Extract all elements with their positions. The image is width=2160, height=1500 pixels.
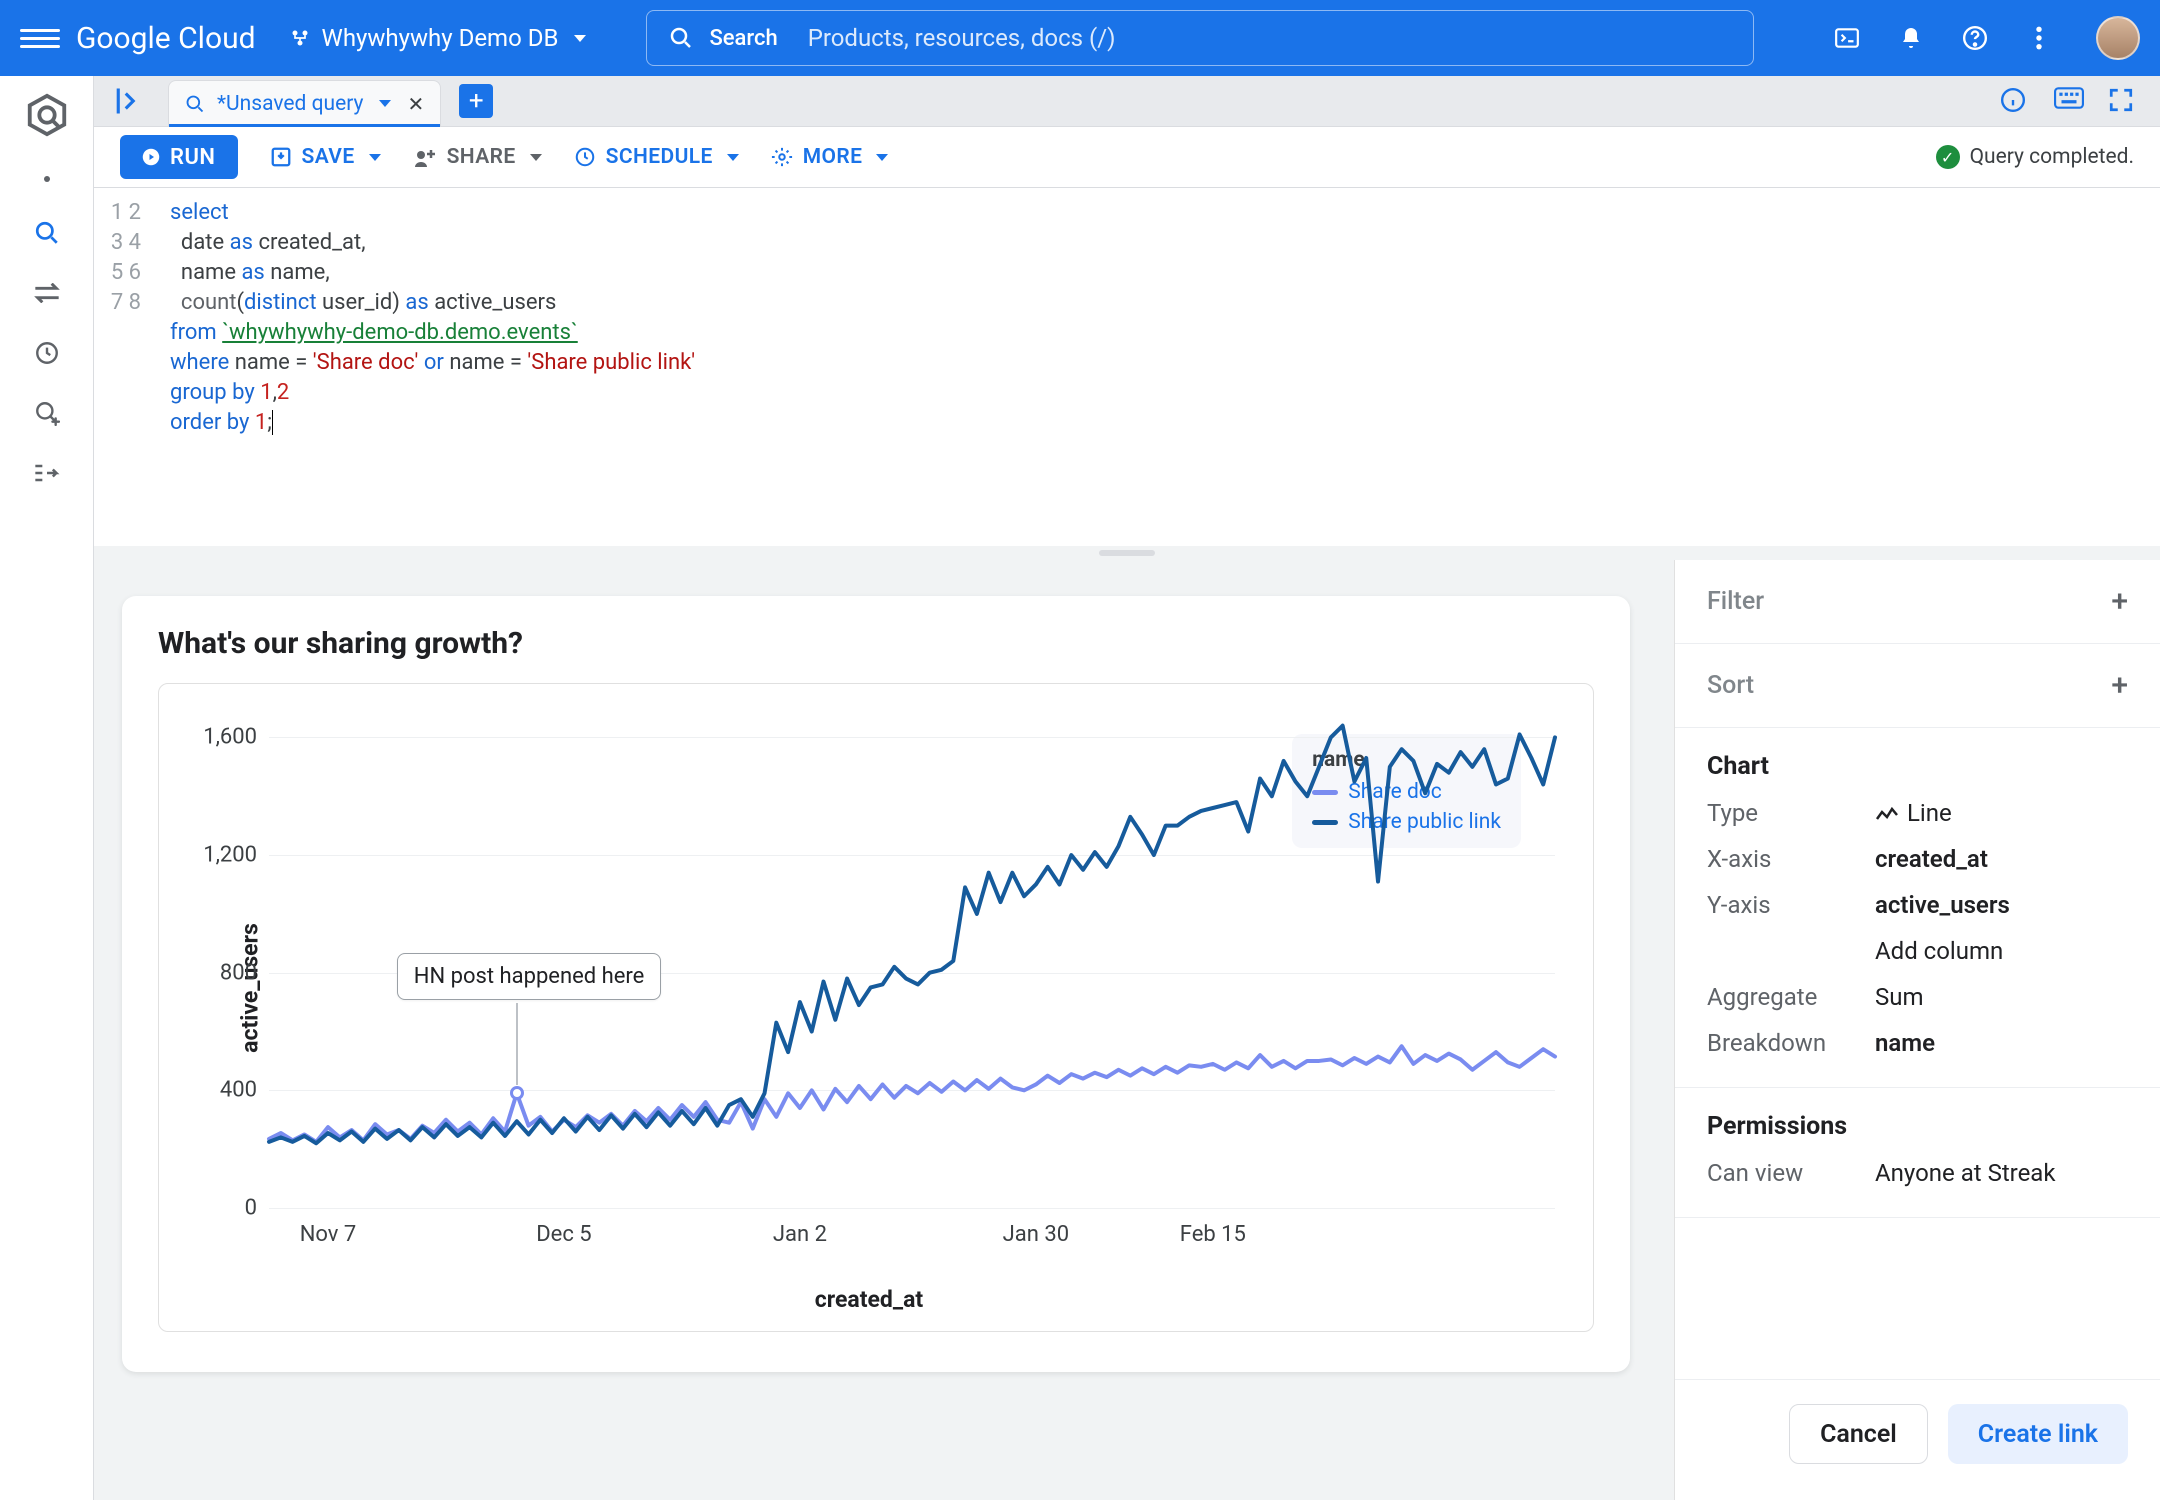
x-axis-label: created_at: [171, 1286, 1567, 1313]
chevron-down-icon[interactable]: [379, 100, 391, 107]
history-icon[interactable]: [32, 338, 62, 368]
run-button[interactable]: RUN: [120, 135, 238, 179]
header: Google Cloud Whywhywhy Demo DB Search: [0, 0, 2160, 76]
line-chart[interactable]: active_users name Share doc Share public…: [269, 708, 1555, 1268]
row-yaxis[interactable]: Y-axisactive_users: [1707, 891, 2128, 919]
permissions-config: Permissions Can viewAnyone at Streak: [1675, 1088, 2160, 1218]
plus-icon[interactable]: +: [2111, 668, 2128, 703]
chart-card: What's our sharing growth? active_users …: [122, 596, 1630, 1372]
share-button[interactable]: SHARE: [413, 145, 542, 169]
project-icon: [290, 28, 310, 48]
chart-panel: What's our sharing growth? active_users …: [94, 560, 1674, 1500]
chart-title: What's our sharing growth?: [158, 626, 1594, 661]
search-label: Search: [709, 26, 777, 51]
chart-config: Chart Type Line X-axiscreated_at Y-axisa…: [1675, 728, 2160, 1088]
row-add-column[interactable]: Add column: [1707, 937, 2128, 965]
keyboard-icon[interactable]: [2054, 87, 2082, 115]
notifications-icon[interactable]: [1896, 23, 1926, 53]
save-button[interactable]: SAVE: [270, 145, 381, 169]
help-icon[interactable]: [1960, 23, 1990, 53]
tab-label: *Unsaved query: [217, 92, 363, 116]
bigquery-logo[interactable]: [22, 90, 72, 140]
row-xaxis[interactable]: X-axiscreated_at: [1707, 845, 2128, 873]
chart-container: active_users name Share doc Share public…: [158, 683, 1594, 1332]
search-input[interactable]: [808, 24, 1732, 52]
query-icon: [185, 94, 205, 114]
search-icon: [669, 26, 693, 50]
left-rail: [0, 76, 94, 1500]
row-aggregate[interactable]: AggregateSum: [1707, 983, 2128, 1011]
migration-icon[interactable]: [32, 458, 62, 488]
search-nav-icon[interactable]: [32, 218, 62, 248]
sql-code[interactable]: select date as created_at, name as name,…: [154, 188, 711, 546]
section-header: Chart: [1707, 752, 2128, 781]
section-header: Permissions: [1707, 1112, 2128, 1141]
tab-unsaved-query[interactable]: *Unsaved query ✕: [168, 80, 441, 126]
resize-handle[interactable]: [94, 546, 2160, 560]
transfers-icon[interactable]: [32, 278, 62, 308]
cloud-shell-icon[interactable]: [1832, 23, 1862, 53]
save-icon: [270, 146, 292, 168]
sort-section[interactable]: Sort+: [1675, 644, 2160, 728]
panel-actions: Cancel Create link: [1675, 1379, 2160, 1500]
line-gutter: 1 2 3 4 5 6 7 8: [94, 188, 154, 546]
search-box[interactable]: Search: [646, 10, 1754, 66]
create-link-button[interactable]: Create link: [1948, 1404, 2128, 1464]
sql-editor[interactable]: 1 2 3 4 5 6 7 8 select date as created_a…: [94, 188, 2160, 546]
row-type[interactable]: Type Line: [1707, 799, 2128, 827]
check-icon: ✓: [1936, 145, 1960, 169]
plus-icon[interactable]: +: [2111, 584, 2128, 619]
clock-icon: [574, 146, 596, 168]
filter-section[interactable]: Filter+: [1675, 560, 2160, 644]
row-canview[interactable]: Can viewAnyone at Streak: [1707, 1159, 2128, 1187]
rail-dot: [44, 176, 50, 182]
fullscreen-icon[interactable]: [2108, 87, 2136, 115]
gear-icon: [771, 146, 793, 168]
info-icon[interactable]: [2000, 87, 2028, 115]
results-area: What's our sharing growth? active_users …: [94, 560, 2160, 1500]
new-tab-button[interactable]: +: [459, 84, 493, 118]
more-button[interactable]: MORE: [771, 145, 889, 169]
chevron-down-icon: [574, 35, 586, 42]
project-name: Whywhywhy Demo DB: [322, 24, 559, 52]
panel-toggle-icon[interactable]: [114, 86, 144, 116]
play-icon: [142, 148, 160, 166]
close-icon[interactable]: ✕: [407, 92, 424, 116]
more-icon[interactable]: [2024, 23, 2054, 53]
menu-icon[interactable]: [20, 18, 60, 58]
y-axis-label: active_users: [236, 923, 263, 1053]
gcloud-logo[interactable]: Google Cloud: [76, 21, 256, 56]
avatar[interactable]: [2096, 16, 2140, 60]
query-toolbar: RUN SAVE SHARE SCHEDULE MORE ✓ Query com…: [94, 126, 2160, 188]
tab-strip: *Unsaved query ✕ +: [94, 76, 2160, 126]
header-actions: [1832, 16, 2140, 60]
cancel-button[interactable]: Cancel: [1789, 1404, 1928, 1464]
share-icon: [413, 146, 437, 168]
editor-zone: *Unsaved query ✕ + RUN SAVE SHARE SCHEDU…: [94, 76, 2160, 560]
line-type-icon: [1875, 807, 1899, 823]
query-status: ✓ Query completed.: [1936, 145, 2134, 169]
chart-annotation: HN post happened here: [397, 953, 662, 1000]
schedule-button[interactable]: SCHEDULE: [574, 145, 739, 169]
scheduled-icon[interactable]: [32, 398, 62, 428]
project-picker[interactable]: Whywhywhy Demo DB: [290, 24, 587, 52]
config-panel: Filter+ Sort+ Chart Type Line X-axiscrea…: [1674, 560, 2160, 1500]
row-breakdown[interactable]: Breakdownname: [1707, 1029, 2128, 1057]
